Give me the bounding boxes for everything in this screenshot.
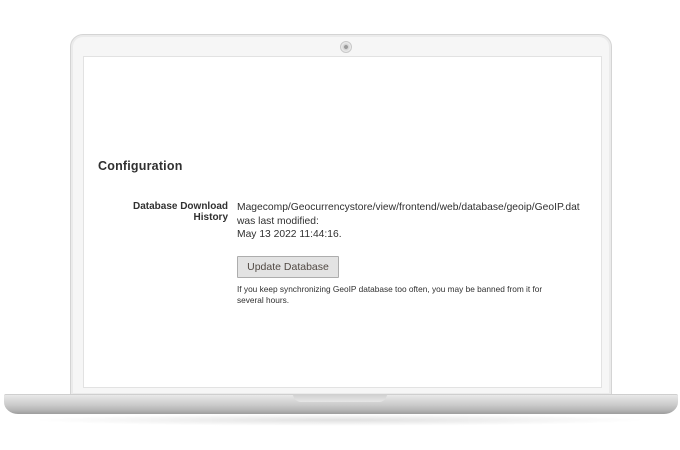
- laptop-base-notch: [293, 394, 387, 402]
- last-modified-text: was last modified:: [237, 215, 319, 227]
- note-line-1: If you keep synchronizing GeoIP database…: [237, 284, 543, 294]
- webcam-icon: [340, 41, 352, 53]
- note-line-2: several hours.: [237, 294, 290, 305]
- database-download-history-label: Database Download History: [132, 201, 228, 223]
- laptop-shadow: [30, 414, 650, 426]
- update-database-button[interactable]: Update Database: [237, 256, 339, 278]
- laptop-screen: Configuration Database Download History …: [83, 56, 602, 388]
- database-download-history-value: Magecomp/Geocurrencystore/view/frontend/…: [237, 201, 597, 242]
- database-file-path: Magecomp/Geocurrencystore/view/frontend/…: [237, 202, 580, 213]
- last-modified-date: May 13 2022 11:44:16.: [237, 229, 342, 240]
- section-title: Configuration: [98, 159, 183, 173]
- update-database-note: If you keep synchronizing GeoIP database…: [237, 284, 587, 305]
